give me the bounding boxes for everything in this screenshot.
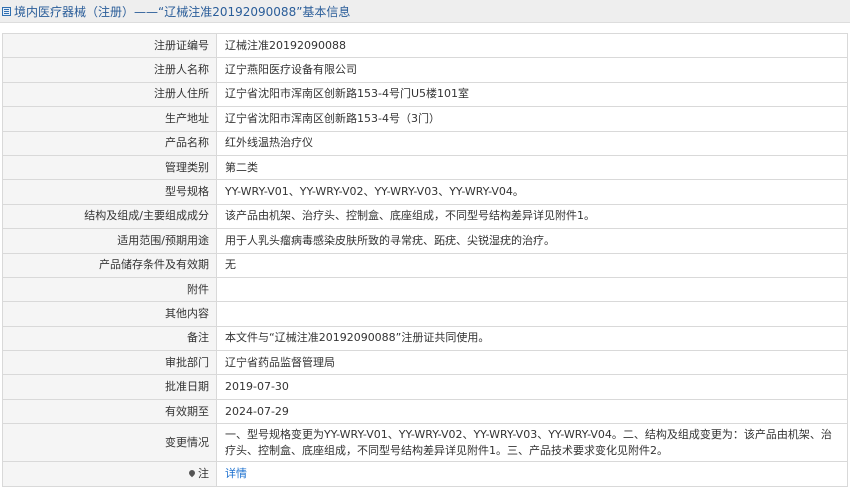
row-label: 产品储存条件及有效期 [2, 252, 217, 278]
row-label: 型号规格 [2, 179, 217, 205]
row-value [216, 301, 848, 327]
row-value: 第二类 [216, 154, 848, 181]
note-label-cell: 注 [2, 461, 217, 487]
table-row: 备注 本文件与“辽械注准20192090088”注册证共同使用。 [2, 325, 848, 352]
table-row: 变更情况 一、型号规格变更为YY-WRY-V01、YY-WRY-V02、YY-W… [2, 423, 848, 463]
note-row: 注 详情 [2, 461, 848, 487]
table-row: 审批部门 辽宁省药品监督管理局 [2, 350, 848, 376]
row-label: 备注 [2, 325, 217, 352]
row-value: 红外线温热治疗仪 [216, 130, 848, 156]
row-value: 2024-07-29 [216, 398, 848, 425]
page-title: 境内医疗器械（注册）——“辽械注准20192090088”基本信息 [14, 4, 351, 19]
row-label: 其他内容 [2, 301, 217, 327]
row-label: 有效期至 [2, 398, 217, 425]
table-row: 适用范围/预期用途 用于人乳头瘤病毒感染皮肤所致的寻常疣、跖疣、尖锐湿疣的治疗。 [2, 228, 848, 254]
row-label: 产品名称 [2, 130, 217, 156]
row-value: 辽宁省药品监督管理局 [216, 350, 848, 376]
row-label: 注册证编号 [2, 32, 217, 59]
row-label: 附件 [2, 276, 217, 303]
table-row: 批准日期 2019-07-30 [2, 374, 848, 400]
row-label: 适用范围/预期用途 [2, 228, 217, 254]
row-value: 辽宁省沈阳市浑南区创新路153-4号（3门） [216, 106, 848, 132]
row-label: 生产地址 [2, 106, 217, 132]
note-value-cell: 详情 [216, 461, 848, 487]
row-value: 辽械注准20192090088 [216, 32, 848, 59]
table-row: 有效期至 2024-07-29 [2, 398, 848, 425]
row-label: 注册人名称 [2, 57, 217, 83]
table-row: 注册人名称 辽宁燕阳医疗设备有限公司 [2, 57, 848, 83]
row-value: YY-WRY-V01、YY-WRY-V02、YY-WRY-V03、YY-WRY-… [216, 179, 848, 205]
row-label: 结构及组成/主要组成成分 [2, 203, 217, 230]
table-row: 注册证编号 辽械注准20192090088 [2, 32, 848, 59]
note-label: 注 [198, 466, 209, 480]
title-bar: 境内医疗器械（注册）——“辽械注准20192090088”基本信息 [0, 0, 850, 23]
row-value: 辽宁燕阳医疗设备有限公司 [216, 57, 848, 83]
detail-link[interactable]: 详情 [225, 467, 247, 480]
row-label: 管理类别 [2, 154, 217, 181]
document-list-icon [2, 6, 11, 16]
info-table: 注册证编号 辽械注准20192090088 注册人名称 辽宁燕阳医疗设备有限公司… [2, 32, 848, 487]
row-value: 2019-07-30 [216, 374, 848, 400]
table-row: 型号规格 YY-WRY-V01、YY-WRY-V02、YY-WRY-V03、YY… [2, 179, 848, 205]
table-row: 附件 [2, 276, 848, 303]
table-row: 生产地址 辽宁省沈阳市浑南区创新路153-4号（3门） [2, 106, 848, 132]
row-label: 变更情况 [2, 423, 217, 463]
table-row: 结构及组成/主要组成成分 该产品由机架、治疗头、控制盒、底座组成，不同型号结构差… [2, 203, 848, 230]
map-pin-icon [187, 468, 197, 478]
row-label: 审批部门 [2, 350, 217, 376]
table-row: 其他内容 [2, 301, 848, 327]
row-value: 该产品由机架、治疗头、控制盒、底座组成，不同型号结构差异详见附件1。 [216, 203, 848, 230]
row-value: 辽宁省沈阳市浑南区创新路153-4号门U5楼101室 [216, 81, 848, 108]
row-label: 注册人住所 [2, 81, 217, 108]
row-label: 批准日期 [2, 374, 217, 400]
row-value: 本文件与“辽械注准20192090088”注册证共同使用。 [216, 325, 848, 352]
row-value: 无 [216, 252, 848, 278]
row-value [216, 276, 848, 303]
row-value: 用于人乳头瘤病毒感染皮肤所致的寻常疣、跖疣、尖锐湿疣的治疗。 [216, 228, 848, 254]
table-row: 管理类别 第二类 [2, 154, 848, 181]
table-row: 产品名称 红外线温热治疗仪 [2, 130, 848, 156]
table-row: 产品储存条件及有效期 无 [2, 252, 848, 278]
table-row: 注册人住所 辽宁省沈阳市浑南区创新路153-4号门U5楼101室 [2, 81, 848, 108]
row-value: 一、型号规格变更为YY-WRY-V01、YY-WRY-V02、YY-WRY-V0… [216, 423, 848, 463]
